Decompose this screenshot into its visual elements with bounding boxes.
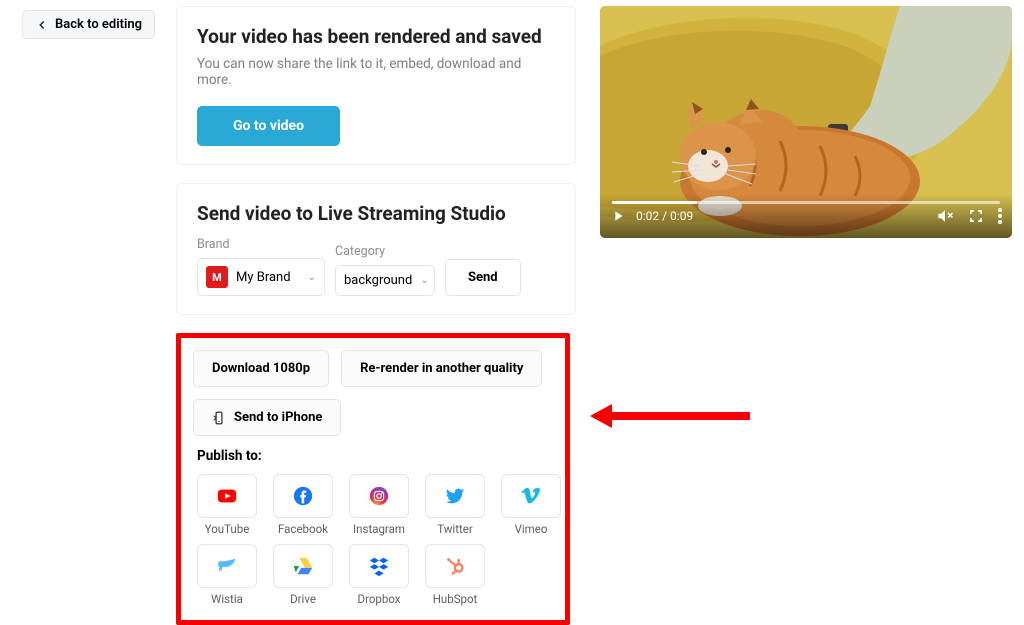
play-icon[interactable] bbox=[610, 208, 626, 224]
brand-value: My Brand bbox=[236, 270, 291, 285]
go-to-video-button[interactable]: Go to video bbox=[197, 106, 340, 146]
video-player[interactable]: 0:02 / 0:09 bbox=[600, 6, 1012, 238]
publish-youtube[interactable]: YouTube bbox=[193, 474, 261, 536]
live-streaming-card: Send video to Live Streaming Studio Bran… bbox=[176, 183, 576, 315]
publish-name: Twitter bbox=[437, 522, 473, 536]
chevron-down-icon: ⌄ bbox=[420, 275, 428, 286]
brand-label: Brand bbox=[197, 237, 325, 252]
publish-name: Instagram bbox=[353, 522, 405, 536]
publish-wistia[interactable]: Wistia bbox=[193, 544, 261, 606]
download-publish-panel: Download 1080p Re-render in another qual… bbox=[176, 333, 570, 625]
fullscreen-icon[interactable] bbox=[968, 208, 984, 224]
wistia-icon bbox=[216, 555, 238, 577]
category-label: Category bbox=[335, 244, 435, 259]
publish-dropbox[interactable]: Dropbox bbox=[345, 544, 413, 606]
publish-name: Wistia bbox=[211, 592, 243, 606]
instagram-icon bbox=[368, 485, 390, 507]
publish-name: Drive bbox=[290, 592, 316, 606]
player-time: 0:02 / 0:09 bbox=[636, 209, 693, 223]
twitter-icon bbox=[444, 485, 466, 507]
publish-drive[interactable]: Drive bbox=[269, 544, 337, 606]
publish-hubspot[interactable]: HubSpot bbox=[421, 544, 489, 606]
rendered-title: Your video has been rendered and saved bbox=[197, 25, 555, 48]
mute-icon[interactable] bbox=[936, 207, 954, 225]
back-label: Back to editing bbox=[55, 17, 142, 32]
rendered-subtitle: You can now share the link to it, embed,… bbox=[197, 56, 555, 88]
chevron-down-icon: ⌄ bbox=[308, 272, 316, 283]
brand-swatch: M bbox=[206, 266, 228, 288]
publish-name: Vimeo bbox=[515, 522, 548, 536]
drive-icon bbox=[292, 555, 314, 577]
publish-to-label: Publish to: bbox=[197, 448, 553, 464]
publish-vimeo[interactable]: Vimeo bbox=[497, 474, 565, 536]
publish-grid: YouTube Facebook Instagram Twitter Vimeo bbox=[193, 474, 553, 606]
vimeo-icon bbox=[520, 485, 542, 507]
publish-facebook[interactable]: Facebook bbox=[269, 474, 337, 536]
rerender-button[interactable]: Re-render in another quality bbox=[341, 350, 542, 387]
publish-twitter[interactable]: Twitter bbox=[421, 474, 489, 536]
download-button[interactable]: Download 1080p bbox=[193, 350, 329, 387]
send-to-iphone-button[interactable]: Send to iPhone bbox=[193, 399, 341, 436]
phone-icon bbox=[212, 411, 226, 425]
category-select[interactable]: background ⌄ bbox=[335, 265, 435, 296]
hubspot-icon bbox=[444, 555, 466, 577]
more-icon[interactable] bbox=[998, 208, 1002, 224]
publish-name: YouTube bbox=[205, 522, 250, 536]
arrow-left-icon bbox=[35, 18, 49, 32]
player-controls: 0:02 / 0:09 bbox=[600, 198, 1012, 234]
dropbox-icon bbox=[368, 555, 390, 577]
back-to-editing-button[interactable]: Back to editing bbox=[22, 10, 155, 39]
brand-select[interactable]: M My Brand ⌄ bbox=[197, 258, 325, 296]
send-button[interactable]: Send bbox=[445, 259, 521, 296]
annotation-arrow-icon bbox=[590, 404, 750, 428]
publish-name: Facebook bbox=[278, 522, 328, 536]
facebook-icon bbox=[292, 485, 314, 507]
youtube-icon bbox=[216, 485, 238, 507]
publish-name: HubSpot bbox=[433, 592, 478, 606]
publish-name: Dropbox bbox=[358, 592, 401, 606]
category-value: background bbox=[344, 273, 412, 288]
rendered-card: Your video has been rendered and saved Y… bbox=[176, 6, 576, 165]
publish-instagram[interactable]: Instagram bbox=[345, 474, 413, 536]
live-title: Send video to Live Streaming Studio bbox=[197, 202, 555, 225]
